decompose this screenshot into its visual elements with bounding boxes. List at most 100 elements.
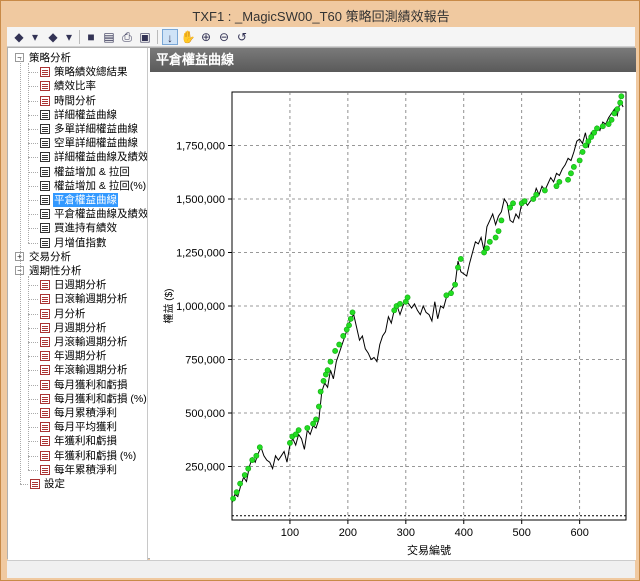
peak-point	[568, 170, 574, 177]
tree-item-label: 每月獲利和虧損	[54, 378, 128, 391]
tree-item-label: 月週期分析	[54, 321, 107, 334]
tree-item-label: 每年累積淨利	[54, 463, 117, 476]
back-dropdown[interactable]: ▾	[27, 29, 43, 45]
tree-group-label: 交易分析	[29, 250, 71, 263]
tree-item-label: 平倉權益曲線	[53, 193, 118, 207]
chart-area[interactable]: 100 200 300 400 500 600 250,000 500,000 750,000 1…	[150, 72, 636, 573]
tree-item-label: 月分析	[54, 307, 86, 320]
tree-connector	[28, 356, 38, 358]
x-tick-label: 400	[455, 527, 473, 539]
navigation-tree[interactable]: − 策略分析 策略績效總結果 績效比率 時間分析 詳細權益曲線 多單詳細權益曲線 空單詳細權益…	[8, 48, 148, 560]
settings-doc-icon	[30, 479, 40, 489]
toolbar-separator	[157, 30, 158, 44]
peak-point	[452, 281, 458, 288]
plot-frame	[231, 91, 627, 521]
reset-tool[interactable]: ↺	[234, 29, 250, 45]
x-tick-label: 300	[397, 527, 415, 539]
tree-connector	[28, 129, 38, 130]
peak-point	[495, 228, 502, 234]
peak-point	[541, 187, 548, 194]
x-tick-label: 100	[281, 527, 299, 539]
x-tick-label: 500	[513, 527, 531, 539]
report-panel: 平倉權益曲線 100 200 300 400 500 600 250,000 500,000 7…	[150, 48, 636, 573]
tree-connector	[28, 86, 38, 88]
peak-point	[486, 238, 493, 245]
title-bar[interactable]: TXF1 : _MagicSW00_T60 策略回測績效報告	[1, 1, 640, 27]
peak-point	[576, 157, 583, 164]
tree-item-label: 平倉權益曲線及績效	[54, 208, 148, 221]
tree-item-label: 每月平均獲利	[54, 421, 117, 434]
tree-item-settings[interactable]: 設定	[8, 477, 147, 491]
copy-button[interactable]: ▣	[137, 29, 153, 45]
back-button[interactable]: ◆	[11, 29, 27, 45]
forward-button[interactable]: ◆	[45, 29, 61, 45]
peak-point	[455, 264, 461, 271]
pointer-tool[interactable]: ↓	[162, 29, 178, 45]
chart-doc-icon	[40, 180, 50, 191]
tree-group-trade[interactable]: + 交易分析	[8, 250, 147, 264]
report-doc-icon	[40, 436, 50, 447]
peak-point	[448, 290, 454, 297]
app-window: TXF1 : _MagicSW00_T60 策略回測績效報告 ◆ ▾ ◆ ▾ ■…	[0, 0, 640, 581]
tree-connector	[28, 200, 38, 201]
zoom-in-tool[interactable]: ⊕	[198, 29, 214, 45]
tree-item-label: 年滾輸週期分析	[54, 364, 128, 377]
peak-point	[340, 333, 347, 339]
peak-point	[347, 315, 354, 322]
report-doc-icon	[40, 81, 50, 92]
tree-item-label: 詳細權益曲線及績效	[54, 151, 148, 164]
y-tick-label: 750,000	[185, 355, 225, 367]
tree-group-label: 策略分析	[29, 52, 71, 64]
report-doc-icon	[40, 464, 50, 475]
peak-point	[484, 245, 490, 252]
pan-tool[interactable]: ✋	[180, 29, 196, 45]
tree-connector	[28, 114, 38, 116]
forward-dropdown[interactable]: ▾	[61, 29, 77, 45]
peak-point	[304, 425, 311, 431]
peak-point	[295, 427, 302, 434]
tree-connector	[28, 242, 38, 244]
chart-doc-icon	[40, 223, 50, 234]
tree-item-label: 權益增加 & 拉回	[54, 165, 130, 178]
tree-item-label: 時間分析	[54, 94, 96, 107]
peak-point	[565, 176, 571, 183]
tree-connector	[28, 342, 38, 343]
peak-point	[316, 403, 322, 410]
tree-item-label: 日週期分析	[54, 279, 107, 292]
report-doc-icon	[40, 280, 50, 291]
window-title: TXF1 : _MagicSW00_T60 策略回測績效報告	[192, 9, 450, 24]
tree-item-label: 策略績效總結果	[54, 66, 128, 79]
tree-group-label: 週期性分析	[29, 265, 82, 277]
status-bar	[7, 560, 635, 578]
save-button[interactable]: ■	[83, 29, 99, 45]
peak-point	[241, 472, 248, 478]
toolbar: ◆ ▾ ◆ ▾ ■ ▤ ⎙ ▣ ↓ ✋ ⊕ ⊖ ↺	[7, 27, 635, 47]
peak-point	[249, 457, 256, 463]
tree-item-label: 買進持有績效	[54, 222, 117, 235]
tree-connector	[28, 214, 38, 216]
report-doc-icon	[40, 351, 50, 362]
peak-point	[510, 200, 516, 207]
peak-point	[230, 495, 237, 502]
peak-point	[618, 93, 625, 100]
report-doc-icon	[40, 408, 50, 418]
peak-point	[614, 106, 621, 113]
tree-item-label: 空單詳細權益曲線	[54, 137, 138, 150]
tree-connector	[28, 413, 38, 414]
equity-chart[interactable]: 100 200 300 400 500 600 250,000 500,000 750,000 1…	[150, 72, 636, 573]
tree-item-label: 月增值指數	[54, 236, 107, 249]
print-button[interactable]: ⎙	[119, 29, 135, 45]
preview-button[interactable]: ▤	[101, 29, 117, 45]
report-doc-icon	[40, 379, 50, 390]
peak-point	[397, 300, 403, 307]
tree-item-label: 權益增加 & 拉回(%)	[54, 179, 147, 192]
peak-point	[556, 178, 563, 185]
tree-group-strategy[interactable]: − 策略分析	[8, 51, 147, 65]
zoom-out-tool[interactable]: ⊖	[216, 29, 232, 45]
tree-connector	[28, 398, 38, 400]
tree-group-periodic[interactable]: − 週期性分析	[8, 264, 147, 278]
peak-point	[245, 465, 252, 472]
tree-item-label: 績效比率	[54, 80, 96, 93]
peak-point	[237, 480, 244, 487]
chart-doc-icon	[40, 124, 50, 134]
